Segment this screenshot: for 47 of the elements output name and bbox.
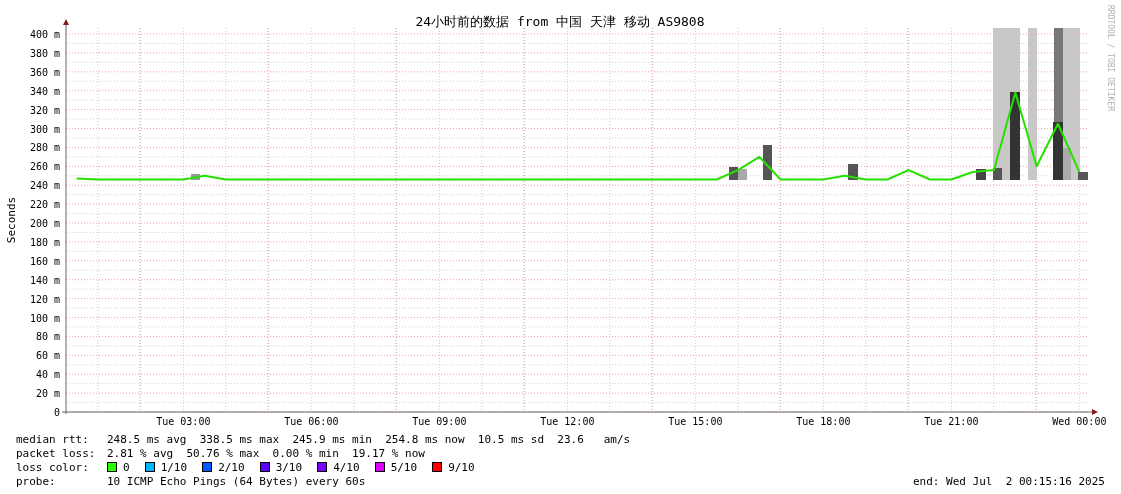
- swatch-label: 5/10: [390, 460, 418, 474]
- loss-stats: 2.81 % avg 50.76 % max 0.00 % min 19.17 % now: [107, 446, 425, 460]
- y-tick-label: 220 m: [29, 199, 60, 211]
- x-tick-label: Tue 06:00: [284, 416, 339, 427]
- x-tick-label: Tue 21:00: [924, 416, 979, 427]
- y-tick-label: 20 m: [35, 388, 60, 400]
- y-tick-label: 180 m: [29, 236, 60, 248]
- y-tick-label: 360 m: [29, 66, 60, 78]
- swatch-label: 1/10: [160, 460, 188, 474]
- y-tick-label: 200 m: [29, 218, 60, 229]
- y-tick-label: 400 m: [29, 29, 60, 40]
- y-tick-label: 240 m: [29, 180, 60, 192]
- x-tick-label: Tue 15:00: [668, 416, 723, 427]
- swatch-label: 3/10: [275, 460, 303, 474]
- legend-label: median rtt:: [16, 432, 90, 446]
- y-tick-label: 160 m: [29, 255, 60, 267]
- y-tick-label: 320 m: [29, 104, 60, 116]
- median-stats: 248.5 ms avg 338.5 ms max 245.9 ms min 254.8 ms now 10.5 ms sd 23.6 am/s: [107, 432, 631, 446]
- y-tick-label: 380 m: [29, 47, 60, 59]
- swatch-label: 0: [123, 460, 130, 474]
- chart-title: 24小时前的数据 from 中国 天津 移动 AS9808: [415, 14, 705, 29]
- legend-label: probe:: [16, 474, 57, 488]
- y-tick-label: 60 m: [35, 350, 60, 362]
- x-tick-label: Tue 03:00: [156, 416, 211, 427]
- y-tick-label: 140 m: [29, 274, 60, 286]
- y-tick-label: 0: [53, 407, 60, 418]
- legend-label: loss color:: [16, 460, 90, 474]
- y-tick-label: 80 m: [35, 331, 60, 343]
- y-tick-label: 40 m: [35, 369, 60, 381]
- y-axis-label: Seconds: [5, 196, 18, 244]
- y-tick-label: 280 m: [29, 142, 60, 154]
- y-tick-label: 120 m: [29, 293, 60, 305]
- y-tick-label: 260 m: [29, 161, 60, 173]
- x-tick-label: Tue 18:00: [796, 416, 851, 427]
- x-tick-label: Tue 12:00: [540, 416, 595, 427]
- y-tick-label: 340 m: [29, 85, 60, 97]
- probe-text: 10 ICMP Echo Pings (64 Bytes) every 60s: [107, 474, 366, 488]
- credit-text: RRDTOOL / TOBI OETIKER: [1106, 5, 1115, 111]
- x-tick-label: Tue 09:00: [412, 416, 467, 427]
- x-tick-label: Wed 00:00: [1052, 416, 1107, 427]
- swatch-label: 4/10: [333, 460, 360, 474]
- y-tick-label: 300 m: [29, 123, 60, 135]
- swatch-label: 9/10: [448, 460, 475, 474]
- legend-label: packet loss:: [16, 446, 97, 460]
- y-tick-label: 100 m: [29, 312, 60, 324]
- end-time: end: Wed Jul 2 00:15:16 2025: [912, 474, 1105, 488]
- swatch-label: 2/10: [218, 460, 245, 474]
